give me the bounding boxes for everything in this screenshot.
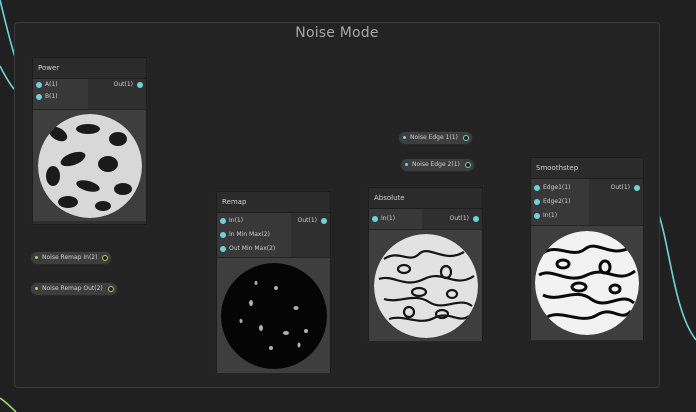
port-connector-icon[interactable] bbox=[107, 286, 114, 292]
property-icon bbox=[35, 287, 38, 290]
port-out-min-max[interactable]: Out Min Max(2) bbox=[217, 243, 291, 255]
port-connector-icon[interactable] bbox=[102, 255, 109, 261]
port-edge1[interactable]: Edge1(1) bbox=[531, 182, 589, 194]
port-connector-icon[interactable] bbox=[534, 185, 540, 191]
port-in-min-max[interactable]: In Min Max(2) bbox=[217, 229, 291, 241]
port-connector-icon[interactable] bbox=[534, 199, 540, 205]
node-power[interactable]: Power A(1) B(1) Out(1) bbox=[32, 57, 147, 225]
port-connector-icon[interactable] bbox=[534, 213, 540, 219]
node-preview bbox=[531, 225, 643, 340]
group-title: Noise Mode bbox=[295, 25, 379, 41]
port-connector-icon[interactable] bbox=[464, 162, 471, 168]
node-title: Absolute bbox=[369, 188, 482, 209]
wire-bottom-left bbox=[0, 397, 17, 412]
node-remap[interactable]: Remap In(1) In Min Max(2) Out Min Max(2)… bbox=[216, 191, 331, 373]
port-edge2[interactable]: Edge2(1) bbox=[531, 196, 589, 208]
port-connector-icon[interactable] bbox=[36, 94, 42, 100]
node-preview bbox=[369, 229, 482, 341]
port-connector-icon[interactable] bbox=[321, 218, 327, 224]
property-noise-edge-1[interactable]: Noise Edge 1(1) bbox=[398, 131, 473, 145]
port-connector-icon[interactable] bbox=[137, 82, 143, 88]
preview-smoothstep-image bbox=[535, 231, 639, 335]
node-preview bbox=[33, 109, 146, 221]
port-out[interactable]: Out(1) bbox=[291, 215, 330, 227]
port-a[interactable]: A(1) bbox=[33, 79, 88, 91]
port-in[interactable]: In(1) bbox=[531, 210, 589, 222]
property-noise-edge-2[interactable]: Noise Edge 2(1) bbox=[400, 158, 475, 172]
node-title: Power bbox=[33, 58, 146, 79]
port-out[interactable]: Out(1) bbox=[88, 79, 146, 91]
port-connector-icon[interactable] bbox=[634, 185, 640, 191]
node-title: Remap bbox=[217, 192, 330, 213]
port-connector-icon[interactable] bbox=[372, 216, 378, 222]
node-preview bbox=[217, 257, 330, 373]
port-connector-icon[interactable] bbox=[473, 216, 479, 222]
port-connector-icon[interactable] bbox=[462, 135, 469, 141]
port-in[interactable]: In(1) bbox=[369, 213, 422, 225]
port-connector-icon[interactable] bbox=[36, 82, 42, 88]
port-in[interactable]: In(1) bbox=[217, 215, 291, 227]
preview-remap-image bbox=[220, 262, 327, 369]
port-connector-icon[interactable] bbox=[220, 218, 226, 224]
port-out[interactable]: Out(1) bbox=[589, 182, 643, 194]
preview-absolute-image bbox=[373, 233, 478, 338]
property-icon bbox=[35, 256, 38, 259]
property-icon bbox=[405, 163, 408, 166]
port-connector-icon[interactable] bbox=[220, 246, 226, 252]
property-noise-remap-in[interactable]: Noise Remap In(2) bbox=[30, 251, 113, 265]
node-absolute[interactable]: Absolute In(1) Out(1) bbox=[368, 187, 483, 341]
property-noise-remap-out[interactable]: Noise Remap Out(2) bbox=[30, 282, 118, 296]
port-b[interactable]: B(1) bbox=[33, 91, 88, 103]
node-title: Smoothstep bbox=[531, 158, 643, 179]
port-out[interactable]: Out(1) bbox=[422, 213, 482, 225]
preview-power-image bbox=[37, 113, 142, 218]
node-smoothstep[interactable]: Smoothstep Edge1(1) Edge2(1) In(1) Out(1… bbox=[530, 157, 644, 340]
property-icon bbox=[403, 136, 406, 139]
port-connector-icon[interactable] bbox=[220, 232, 226, 238]
